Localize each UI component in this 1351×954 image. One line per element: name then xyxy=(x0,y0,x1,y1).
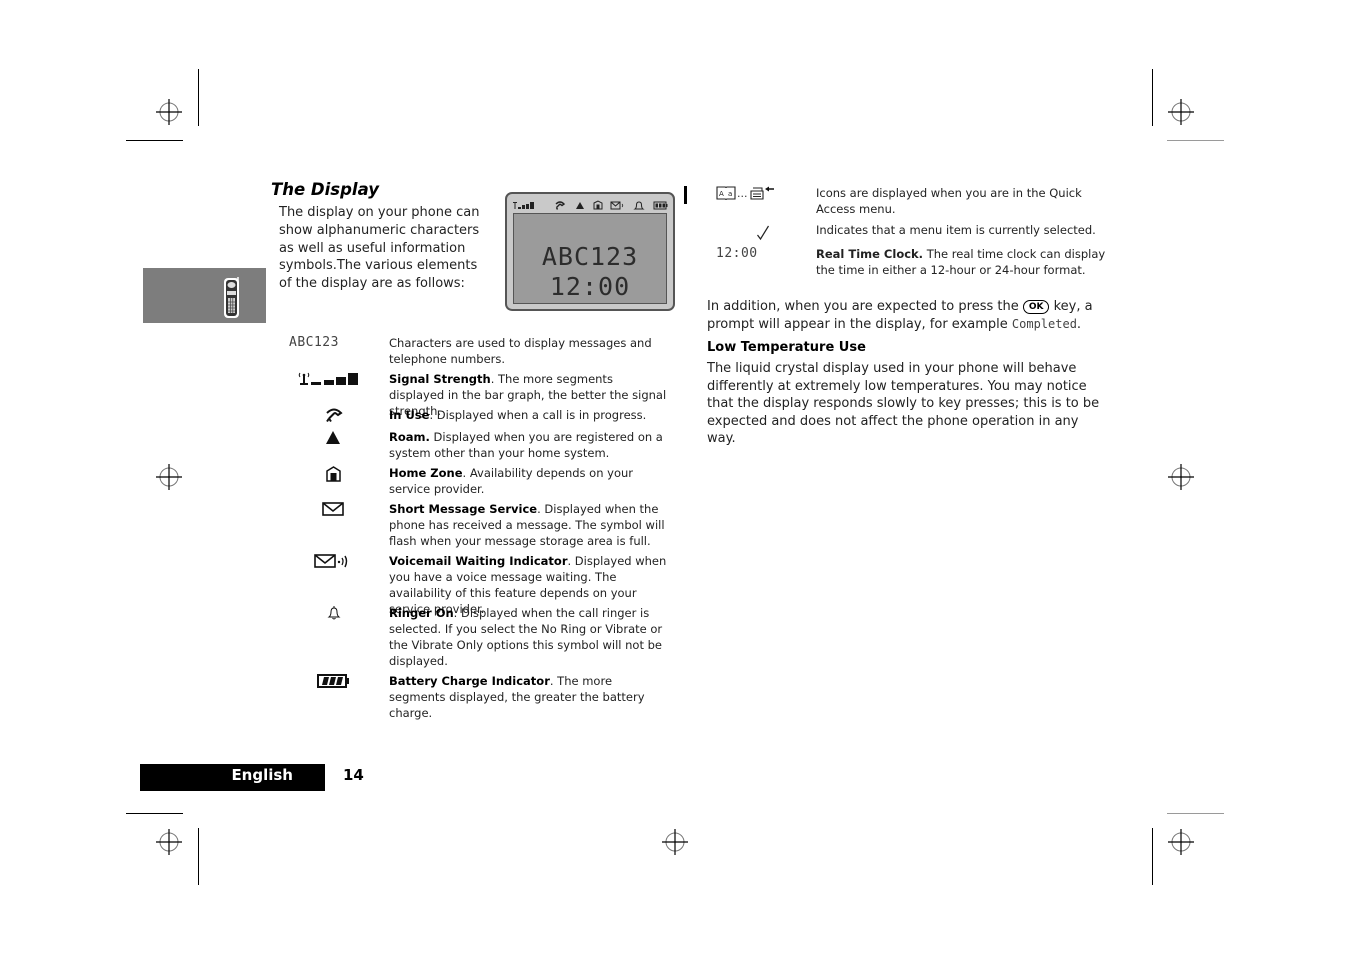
registration-mark-icon xyxy=(156,464,182,490)
list-item: A a ... Icons are displayed when you are… xyxy=(716,185,1106,219)
list-item: Short Message Service. Displayed when th… xyxy=(289,501,679,549)
lcd-screen: ABC123 12:00 xyxy=(513,213,667,304)
list-item: Voicemail Waiting Indicator. Displayed w… xyxy=(289,553,679,616)
element-description: Ringer On. Displayed when the call ringe… xyxy=(389,605,671,669)
signal-strength-icon xyxy=(513,202,534,209)
element-description: Characters are used to display messages … xyxy=(389,335,671,367)
description-text: Characters are used to display messages … xyxy=(389,336,652,366)
lcd-status-bar xyxy=(513,200,668,210)
registration-mark-icon xyxy=(156,99,182,125)
voicemail-icon xyxy=(610,201,624,210)
list-item: Battery Charge Indicator. The more segme… xyxy=(289,673,679,720)
list-item: ABC123 Characters are used to display me… xyxy=(289,335,679,367)
element-description: Roam. Displayed when you are registered … xyxy=(389,429,671,461)
in-use-icon xyxy=(326,408,343,423)
crop-mark xyxy=(1152,69,1153,126)
description-text: . Displayed when a call is in progress. xyxy=(429,408,647,422)
envelope-icon xyxy=(322,502,344,516)
clock-symbol: 12:00 xyxy=(716,246,758,261)
description-term: Voicemail Waiting Indicator xyxy=(389,554,568,568)
checkmark-icon xyxy=(757,225,770,241)
ok-key-icon: OK xyxy=(1022,300,1050,314)
chapter-tab xyxy=(143,268,266,323)
home-zone-icon xyxy=(326,466,341,482)
battery-icon xyxy=(317,674,349,688)
crop-mark xyxy=(198,828,199,885)
language-footer: English xyxy=(140,764,325,791)
description-text: Displayed when you are registered on a s… xyxy=(389,430,663,460)
svg-text:A: A xyxy=(719,190,724,198)
crop-mark xyxy=(126,140,183,141)
element-description: Icons are displayed when you are in the … xyxy=(816,186,1082,216)
ellipsis: ... xyxy=(737,186,748,200)
registration-mark-icon xyxy=(1168,99,1194,125)
message-in-icon xyxy=(749,186,774,200)
svg-text:a: a xyxy=(728,190,732,198)
phone-icon xyxy=(224,277,239,318)
description-term: Home Zone xyxy=(389,466,463,480)
registration-mark-icon xyxy=(662,829,688,855)
element-description: Battery Charge Indicator. The more segme… xyxy=(389,673,671,721)
description-term: Roam. xyxy=(389,430,430,444)
intro-paragraph: The display on your phone can show alpha… xyxy=(279,205,480,292)
registration-mark-icon xyxy=(156,829,182,855)
battery-icon xyxy=(653,201,668,210)
list-item: Home Zone. Availability depends on your … xyxy=(289,465,679,497)
change-bar xyxy=(684,186,687,204)
text-run: . xyxy=(1076,316,1082,332)
registration-mark-icon xyxy=(1168,464,1194,490)
lcd-line-1: ABC123 xyxy=(541,242,639,271)
crop-mark xyxy=(126,813,183,814)
lcd-line-2: 12:00 xyxy=(549,272,631,301)
characters-symbol: ABC123 xyxy=(289,335,339,350)
element-description: Real Time Clock. The real time clock can… xyxy=(816,246,1106,278)
phonebook-icon: A a xyxy=(716,186,736,201)
element-description: Short Message Service. Displayed when th… xyxy=(389,501,671,549)
ok-key-paragraph: In addition, when you are expected to pr… xyxy=(707,298,1107,333)
description-term: Signal Strength xyxy=(389,372,491,386)
element-description: In Use. Displayed when a call is in prog… xyxy=(389,407,671,423)
section-title: The Display xyxy=(271,180,379,199)
description-term: Ringer On xyxy=(389,606,454,620)
in-use-icon xyxy=(555,201,566,210)
description-term: Short Message Service xyxy=(389,502,538,516)
element-description: Indicates that a menu item is currently … xyxy=(816,223,1096,237)
list-item: Roam. Displayed when you are registered … xyxy=(289,429,679,461)
signal-strength-icon xyxy=(298,372,358,385)
list-item: 12:00 Real Time Clock. The real time clo… xyxy=(716,246,1106,278)
prompt-example: Completed xyxy=(1011,316,1077,331)
home-zone-icon xyxy=(593,200,603,210)
description-term: Real Time Clock. xyxy=(816,247,924,261)
registration-mark-icon xyxy=(1168,829,1194,855)
text-run: In addition, when you are expected to pr… xyxy=(707,299,1023,314)
roam-icon xyxy=(326,431,340,444)
crop-mark xyxy=(1152,828,1153,885)
element-description: Home Zone. Availability depends on your … xyxy=(389,465,671,497)
description-term: In Use xyxy=(389,408,430,422)
quick-access-icons: A a ... xyxy=(716,185,811,201)
crop-mark xyxy=(1167,140,1224,141)
list-item: Signal Strength. The more segments displ… xyxy=(289,371,679,418)
page-number: 14 xyxy=(343,766,364,784)
ringer-icon xyxy=(633,201,645,210)
low-temperature-paragraph: The liquid crystal display used in your … xyxy=(707,361,1100,447)
list-item: Indicates that a menu item is currently … xyxy=(716,222,1106,241)
list-item: In Use. Displayed when a call is in prog… xyxy=(289,407,679,427)
description-term: Battery Charge Indicator xyxy=(389,674,550,688)
crop-mark xyxy=(1167,813,1224,814)
voicemail-icon xyxy=(314,554,348,568)
language-label: English xyxy=(231,766,293,784)
lcd-display-illustration: ABC123 12:00 xyxy=(505,192,675,311)
subheading: Low Temperature Use xyxy=(707,340,866,355)
list-item: Ringer On. Displayed when the call ringe… xyxy=(289,605,679,669)
crop-mark xyxy=(198,69,199,126)
bell-icon xyxy=(327,606,341,620)
roam-icon xyxy=(576,202,584,209)
